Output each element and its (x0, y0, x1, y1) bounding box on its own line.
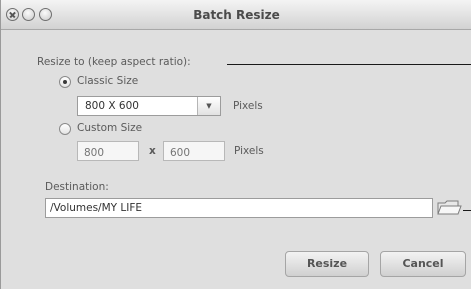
classic-size-radio[interactable] (59, 76, 71, 88)
custom-unit-label: Pixels (234, 145, 264, 157)
browse-folder-button[interactable] (436, 197, 462, 219)
size-unit-label: Pixels (233, 100, 263, 112)
title-bar[interactable]: Batch Resize (1, 0, 471, 30)
classic-size-value: 800 X 600 (85, 100, 139, 112)
custom-size-separator: x (149, 145, 156, 157)
custom-size-radio[interactable] (59, 123, 71, 135)
destination-path-field[interactable]: /Volumes/MY LIFE (45, 198, 433, 218)
chevron-down-icon[interactable]: ▼ (197, 97, 220, 115)
folder-icon (437, 200, 462, 215)
window-title: Batch Resize (193, 8, 280, 22)
custom-size-label[interactable]: Custom Size (77, 122, 142, 134)
callout-line-bottom (463, 210, 471, 211)
custom-height-input[interactable] (163, 141, 225, 161)
classic-size-select[interactable]: 800 X 600 ▼ (77, 96, 221, 116)
resize-button[interactable]: Resize (285, 251, 369, 277)
custom-width-input[interactable] (77, 141, 139, 161)
destination-label: Destination: (45, 181, 109, 193)
batch-resize-window: Batch Resize Resize to (keep aspect rati… (0, 0, 471, 289)
classic-size-label[interactable]: Classic Size (77, 75, 138, 87)
cancel-button[interactable]: Cancel (380, 251, 466, 277)
resize-heading: Resize to (keep aspect ratio): (37, 56, 191, 68)
callout-line-top (227, 64, 471, 65)
